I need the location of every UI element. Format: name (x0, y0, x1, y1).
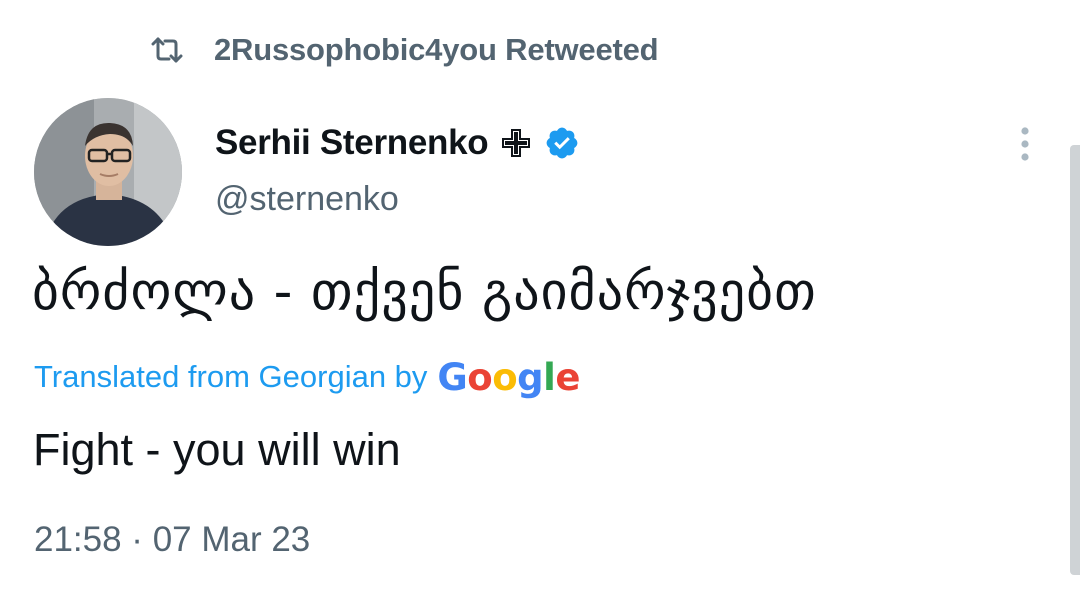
retweet-icon (150, 33, 184, 67)
retweet-header: 2Russophobic4you Retweeted (150, 28, 659, 72)
verified-badge-icon (544, 125, 580, 161)
author-display-name[interactable]: Serhii Sternenko (215, 123, 489, 163)
more-vertical-icon[interactable] (1008, 124, 1042, 164)
scrollbar[interactable] (1070, 145, 1080, 575)
author-handle[interactable]: @sternenko (215, 180, 399, 219)
translation-attribution: Translated from Georgian by Google (34, 352, 580, 402)
translated-text: Fight - you will win (33, 424, 401, 475)
translation-link[interactable]: Translated from Georgian by (34, 359, 427, 395)
tweet-text: ბრძოლა - თქვენ გაიმარჯვებთ (32, 262, 817, 322)
cross-icon (500, 127, 532, 159)
retweeted-by-link[interactable]: 2Russophobic4you Retweeted (214, 32, 659, 68)
google-logo: Google (437, 355, 580, 399)
avatar[interactable] (34, 98, 182, 246)
tweet-timestamp[interactable]: 21:58 · 07 Mar 23 (34, 520, 310, 560)
author-name-row: Serhii Sternenko (215, 118, 580, 168)
